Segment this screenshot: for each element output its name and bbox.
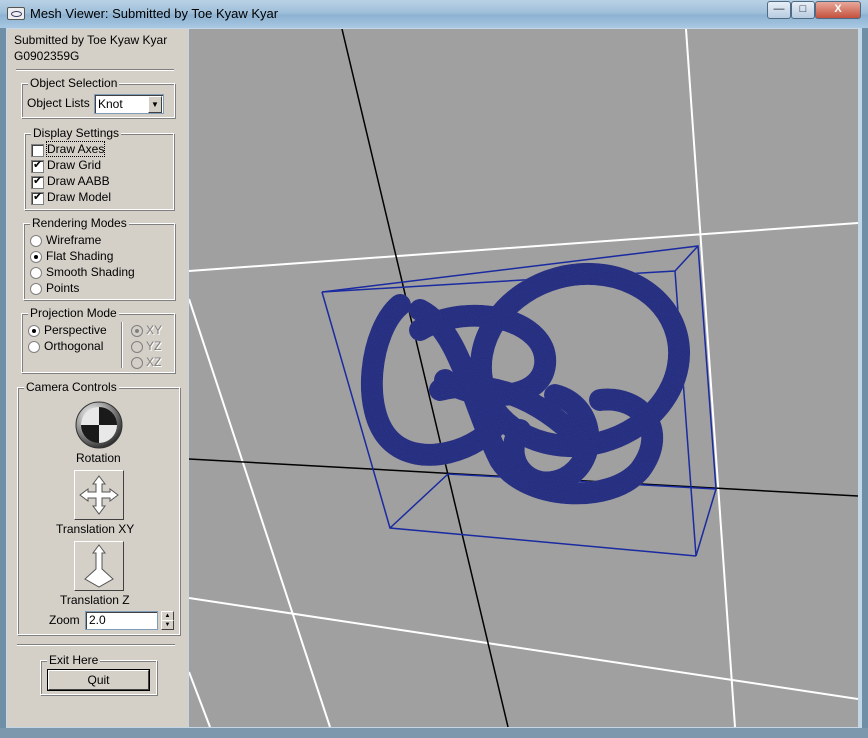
translation-z-button[interactable] <box>74 541 124 591</box>
zoom-stepper[interactable]: ▲ ▼ <box>161 611 174 630</box>
author-line: Submitted by Toe Kyaw Kyar <box>14 33 168 47</box>
zoom-label: Zoom <box>49 613 80 627</box>
draw-grid-checkbox[interactable] <box>31 158 44 173</box>
draw-aabb-label[interactable]: Draw AABB <box>47 174 110 188</box>
app-icon <box>7 7 25 20</box>
mesh-viewer-window: Mesh Viewer: Submitted by Toe Kyaw Kyar … <box>0 0 868 738</box>
quit-button[interactable]: Quit <box>48 670 149 690</box>
xz-label[interactable]: XZ <box>146 355 161 369</box>
maximize-button[interactable]: □ <box>791 1 815 19</box>
draw-grid-label[interactable]: Draw Grid <box>47 158 101 172</box>
rotation-icon <box>75 401 123 449</box>
wireframe-label[interactable]: Wireframe <box>46 233 101 247</box>
draw-model-checkbox[interactable] <box>31 190 44 205</box>
translation-xy-button[interactable] <box>74 470 124 520</box>
projection-mode-group: Projection Mode Perspective Orthogonal X… <box>21 306 175 373</box>
xy-label[interactable]: XY <box>146 323 162 337</box>
draw-model-label[interactable]: Draw Model <box>47 190 111 204</box>
camera-controls-title: Camera Controls <box>24 380 119 394</box>
flat-shading-label[interactable]: Flat Shading <box>46 249 113 263</box>
camera-controls-group: Camera Controls Rotation Translation XY … <box>17 380 180 635</box>
object-lists-label: Object Lists <box>27 96 90 110</box>
rendering-modes-group: Rendering Modes Wireframe Flat Shading S… <box>23 216 175 300</box>
divider <box>16 69 174 71</box>
points-radio[interactable] <box>30 283 42 295</box>
window-title: Mesh Viewer: Submitted by Toe Kyaw Kyar <box>30 6 279 21</box>
object-lists-dropdown[interactable]: Knot ▼ <box>94 94 164 114</box>
close-button[interactable]: X <box>815 1 861 19</box>
draw-axes-checkbox[interactable] <box>31 144 44 157</box>
wireframe-radio[interactable] <box>30 235 42 247</box>
exit-group: Exit Here Quit <box>40 653 157 695</box>
chevron-down-icon[interactable]: ▼ <box>148 96 162 113</box>
vertical-arrows-icon <box>84 544 114 588</box>
zoom-input[interactable]: 2.0 <box>85 611 158 630</box>
perspective-radio[interactable] <box>28 325 40 337</box>
yz-label[interactable]: YZ <box>146 339 161 353</box>
background-strip <box>0 728 868 738</box>
scene-canvas <box>189 29 858 727</box>
flat-shading-radio[interactable] <box>30 251 42 263</box>
zoom-value: 2.0 <box>89 613 106 627</box>
draw-aabb-checkbox[interactable] <box>31 174 44 189</box>
rotation-trackball[interactable] <box>74 400 124 450</box>
object-selection-title: Object Selection <box>28 76 120 90</box>
xy-radio[interactable] <box>131 325 143 337</box>
plane-divider <box>121 322 123 368</box>
title-bar[interactable]: Mesh Viewer: Submitted by Toe Kyaw Kyar … <box>0 0 868 29</box>
orthogonal-label[interactable]: Orthogonal <box>44 339 103 353</box>
object-lists-value: Knot <box>98 97 123 111</box>
exit-title: Exit Here <box>47 653 101 667</box>
yz-radio[interactable] <box>131 341 143 353</box>
xz-radio[interactable] <box>131 357 143 369</box>
smooth-shading-radio[interactable] <box>30 267 42 279</box>
minimize-button[interactable]: — <box>767 1 791 19</box>
rotation-label: Rotation <box>76 451 121 465</box>
display-settings-group: Display Settings Draw Axes Draw Grid Dra… <box>24 126 174 210</box>
translation-xy-label: Translation XY <box>56 522 135 536</box>
display-settings-title: Display Settings <box>31 126 122 140</box>
projection-mode-title: Projection Mode <box>28 306 119 320</box>
control-panel: Submitted by Toe Kyaw Kyar G0902359G Obj… <box>7 29 188 727</box>
rendering-modes-title: Rendering Modes <box>30 216 129 230</box>
draw-axes-label[interactable]: Draw Axes <box>45 141 106 157</box>
object-selection-group: Object Selection Object Lists Knot ▼ <box>21 76 175 118</box>
student-id: G0902359G <box>14 49 80 63</box>
perspective-label[interactable]: Perspective <box>44 323 107 337</box>
points-label[interactable]: Points <box>46 281 79 295</box>
spin-down-icon[interactable]: ▼ <box>161 620 174 630</box>
viewport-background <box>189 29 858 727</box>
move-arrows-icon <box>79 475 119 515</box>
orthogonal-radio[interactable] <box>28 341 40 353</box>
3d-viewport[interactable] <box>189 29 858 727</box>
translation-z-label: Translation Z <box>60 593 130 607</box>
divider <box>17 644 175 646</box>
smooth-shading-label[interactable]: Smooth Shading <box>46 265 135 279</box>
